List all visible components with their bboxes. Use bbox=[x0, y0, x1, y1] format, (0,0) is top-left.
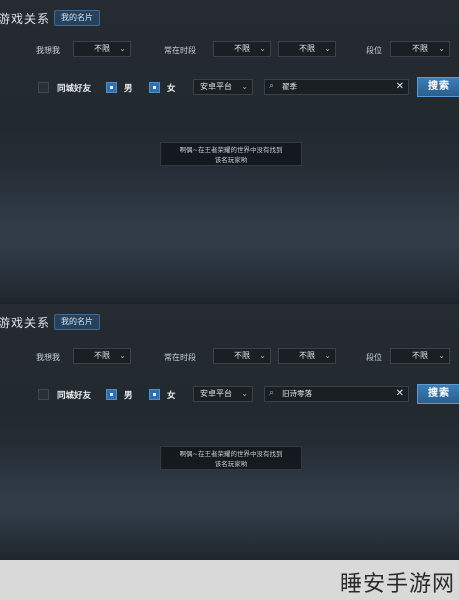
online-time-select-2[interactable]: 不限 ⌄ bbox=[278, 41, 336, 57]
page-title: 游戏关系 bbox=[0, 12, 51, 26]
online-time-select-1[interactable]: 不限 ⌄ bbox=[213, 348, 271, 364]
male-label: 男 bbox=[124, 391, 133, 401]
my-card-button[interactable]: 我的名片 bbox=[54, 314, 100, 330]
search-input-value: 旧诗零落 bbox=[282, 389, 312, 398]
platform-value: 安卓平台 bbox=[200, 82, 232, 91]
rank-label: 段位 bbox=[366, 46, 382, 55]
female-label: 女 bbox=[167, 391, 176, 401]
toast-line-2: 该名玩家哟 bbox=[214, 156, 248, 164]
toast-line-2: 该名玩家哟 bbox=[214, 460, 248, 468]
female-label: 女 bbox=[167, 84, 176, 94]
chevron-down-icon: ⌄ bbox=[324, 44, 331, 53]
want-me-label: 我想我 bbox=[36, 46, 60, 55]
platform-select[interactable]: 安卓平台 ⌄ bbox=[193, 386, 253, 402]
toast-line-1: 啊偶~在王者荣耀的世界中没有找到 bbox=[179, 146, 283, 154]
rank-select[interactable]: 不限 ⌄ bbox=[390, 41, 450, 57]
search-input[interactable]: ⌕ 旧诗零落 ✕ bbox=[264, 386, 409, 402]
male-label: 男 bbox=[124, 84, 133, 94]
female-checkbox[interactable] bbox=[149, 389, 160, 400]
male-checkbox[interactable] bbox=[106, 82, 117, 93]
watermark-bar: 睡安手游网 bbox=[0, 560, 459, 600]
chevron-down-icon: ⌄ bbox=[119, 351, 126, 360]
rank-label: 段位 bbox=[366, 353, 382, 362]
same-city-label: 同城好友 bbox=[57, 84, 92, 94]
chevron-down-icon: ⌄ bbox=[241, 389, 248, 398]
chevron-down-icon: ⌄ bbox=[438, 44, 445, 53]
toast-line-1: 啊偶~在王者荣耀的世界中没有找到 bbox=[179, 450, 283, 458]
want-me-select[interactable]: 不限 ⌄ bbox=[73, 348, 131, 364]
search-button[interactable]: 搜索 bbox=[417, 77, 459, 97]
same-city-checkbox[interactable] bbox=[38, 389, 49, 400]
chevron-down-icon: ⌄ bbox=[241, 82, 248, 91]
want-me-select[interactable]: 不限 ⌄ bbox=[73, 41, 131, 57]
want-me-label: 我想我 bbox=[36, 353, 60, 362]
search-panel-1: 游戏关系 我的名片 我想我 不限 ⌄ 常在时段 不限 ⌄ 不限 ⌄ 段位 不限 … bbox=[0, 0, 459, 302]
search-button[interactable]: 搜索 bbox=[417, 384, 459, 404]
not-found-toast: 啊偶~在王者荣耀的世界中没有找到 该名玩家哟 bbox=[160, 446, 302, 470]
close-icon[interactable]: ✕ bbox=[396, 80, 404, 94]
online-time-select-2[interactable]: 不限 ⌄ bbox=[278, 348, 336, 364]
search-icon: ⌕ bbox=[269, 81, 275, 91]
my-card-button[interactable]: 我的名片 bbox=[54, 10, 100, 26]
page-title: 游戏关系 bbox=[0, 316, 51, 330]
platform-select[interactable]: 安卓平台 ⌄ bbox=[193, 79, 253, 95]
same-city-checkbox[interactable] bbox=[38, 82, 49, 93]
male-checkbox[interactable] bbox=[106, 389, 117, 400]
chevron-down-icon: ⌄ bbox=[259, 44, 266, 53]
chevron-down-icon: ⌄ bbox=[119, 44, 126, 53]
online-time-select-1[interactable]: 不限 ⌄ bbox=[213, 41, 271, 57]
search-panel-2: 游戏关系 我的名片 我想我 不限 ⌄ 常在时段 不限 ⌄ 不限 ⌄ 段位 不限 … bbox=[0, 304, 459, 560]
chevron-down-icon: ⌄ bbox=[324, 351, 331, 360]
online-time-label: 常在时段 bbox=[164, 353, 196, 362]
not-found-toast: 啊偶~在王者荣耀的世界中没有找到 该名玩家哟 bbox=[160, 142, 302, 166]
platform-value: 安卓平台 bbox=[200, 389, 232, 398]
chevron-down-icon: ⌄ bbox=[259, 351, 266, 360]
rank-select[interactable]: 不限 ⌄ bbox=[390, 348, 450, 364]
search-icon: ⌕ bbox=[269, 388, 275, 398]
same-city-label: 同城好友 bbox=[57, 391, 92, 401]
female-checkbox[interactable] bbox=[149, 82, 160, 93]
search-input[interactable]: ⌕ 翟季 ✕ bbox=[264, 79, 409, 95]
site-watermark: 睡安手游网 bbox=[339, 572, 455, 597]
close-icon[interactable]: ✕ bbox=[396, 387, 404, 401]
search-input-value: 翟季 bbox=[282, 82, 297, 91]
chevron-down-icon: ⌄ bbox=[438, 351, 445, 360]
online-time-label: 常在时段 bbox=[164, 46, 196, 55]
